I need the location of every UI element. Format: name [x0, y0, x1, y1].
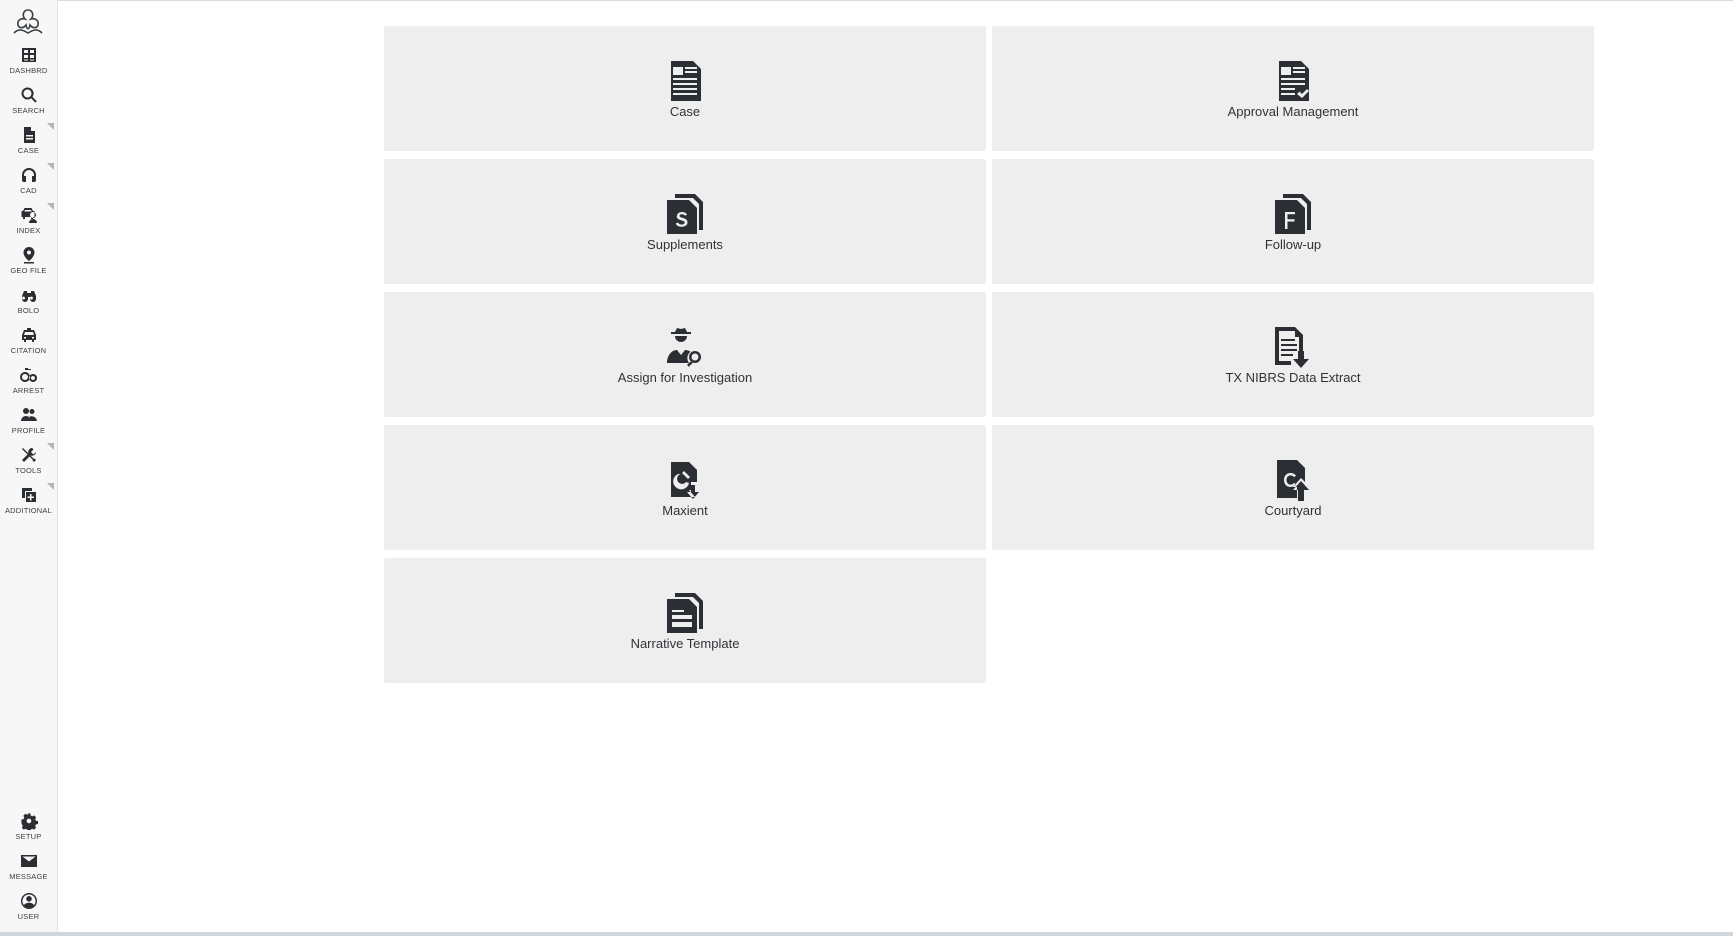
sidebar-item-label: MESSAGE [9, 872, 48, 881]
search-icon [21, 87, 37, 103]
follow-up-f-icon [1271, 192, 1315, 236]
sidebar-item-label: ADDITIONAL [4, 506, 52, 515]
vehicle-person-icon [21, 208, 37, 223]
narrative-template-icon [663, 591, 707, 635]
sidebar-item-cad[interactable]: CAD [0, 162, 57, 203]
sidebar-item-label: BOLO [17, 306, 40, 315]
tile-label: Supplements [647, 236, 723, 252]
tile-narrative-template[interactable]: Narrative Template [384, 558, 986, 683]
sidebar-item-setup[interactable]: SETUP [0, 808, 57, 849]
gear-icon [20, 813, 38, 830]
sidebar-item-label: CITATION [10, 346, 47, 355]
tile-assign-for-investigation[interactable]: Assign for Investigation [384, 292, 986, 417]
sidebar-item-case[interactable]: CASE [0, 122, 57, 163]
submenu-corner-indicator [47, 483, 54, 490]
sidebar-item-profile[interactable]: PROFILE [0, 402, 57, 443]
detective-search-icon [663, 325, 707, 369]
submenu-corner-indicator [47, 443, 54, 450]
document-icon [23, 127, 35, 143]
tile-supplements[interactable]: Supplements [384, 159, 986, 284]
headset-icon [21, 168, 36, 182]
tile-tx-nibrs-data-extract[interactable]: TX NIBRS Data Extract [992, 292, 1594, 417]
data-extract-download-icon [1271, 325, 1315, 369]
sidebar-item-label: PROFILE [11, 426, 46, 435]
bottom-border [0, 932, 1733, 936]
sidebar-item-message[interactable]: MESSAGE [0, 848, 57, 889]
sidebar-item-tools[interactable]: TOOLS [0, 442, 57, 483]
tile-approval-management[interactable]: Approval Management [992, 26, 1594, 151]
sidebar-item-additional[interactable]: ADDITIONAL [0, 482, 57, 523]
handcuffs-icon [19, 368, 37, 382]
sidebar-item-label: INDEX [16, 226, 41, 235]
map-pin-icon [23, 247, 34, 264]
sidebar-item-index[interactable]: INDEX [0, 202, 57, 243]
approval-document-icon [1271, 59, 1315, 103]
sidebar-item-label: CASE [17, 146, 40, 155]
tile-label: Courtyard [1264, 502, 1322, 518]
tile-label: Follow-up [1264, 236, 1322, 252]
user-circle-icon [20, 893, 37, 909]
tile-courtyard[interactable]: Courtyard [992, 425, 1594, 550]
sidebar-item-label: SEARCH [12, 106, 45, 115]
tile-case[interactable]: Case [384, 26, 986, 151]
tile-label: TX NIBRS Data Extract [1225, 369, 1361, 385]
sidebar-item-label: TOOLS [15, 466, 42, 475]
sidebar-item-dashboard[interactable]: DASHBRD [0, 42, 57, 83]
sidebar-item-geo-file[interactable]: GEO FILE [0, 242, 57, 283]
dashboard-grid-icon [21, 48, 36, 62]
top-border [0, 0, 1733, 1]
sidebar-item-arrest[interactable]: ARREST [0, 362, 57, 403]
sidebar-item-citation[interactable]: CITATION [0, 322, 57, 363]
sidebar-item-label: ARREST [12, 386, 45, 395]
sidebar-item-search[interactable]: SEARCH [0, 82, 57, 123]
tile-follow-up[interactable]: Follow-up [992, 159, 1594, 284]
sidebar: DASHBRD SEARCH CASE CAD INDEX GEO FILE B… [0, 0, 58, 932]
tile-maxient[interactable]: Maxient [384, 425, 986, 550]
sidebar-item-label: DASHBRD [9, 66, 48, 75]
tools-icon [21, 448, 36, 462]
supplements-s-icon [663, 192, 707, 236]
sidebar-item-label: GEO FILE [10, 266, 47, 275]
tile-label: Maxient [662, 502, 708, 518]
sidebar-item-label: USER [17, 912, 40, 921]
add-copy-icon [21, 488, 36, 502]
courtyard-upload-icon [1271, 458, 1315, 502]
tile-label: Assign for Investigation [617, 369, 753, 385]
sidebar-item-label: SETUP [15, 832, 42, 841]
envelope-icon [20, 855, 37, 867]
sidebar-item-bolo[interactable]: BOLO [0, 282, 57, 323]
maxient-download-icon [663, 458, 707, 502]
people-icon [20, 408, 37, 421]
tile-label: Case [669, 103, 701, 119]
tile-label: Approval Management [1227, 103, 1359, 119]
binoculars-icon [21, 291, 36, 302]
car-icon [21, 328, 36, 342]
sidebar-item-label: CAD [20, 186, 37, 195]
tile-label: Narrative Template [630, 635, 740, 651]
case-document-icon [663, 59, 707, 103]
sidebar-item-user[interactable]: USER [0, 888, 57, 929]
app-logo[interactable] [9, 6, 47, 38]
submenu-corner-indicator [47, 163, 54, 170]
submenu-corner-indicator [47, 203, 54, 210]
submenu-corner-indicator [47, 123, 54, 130]
